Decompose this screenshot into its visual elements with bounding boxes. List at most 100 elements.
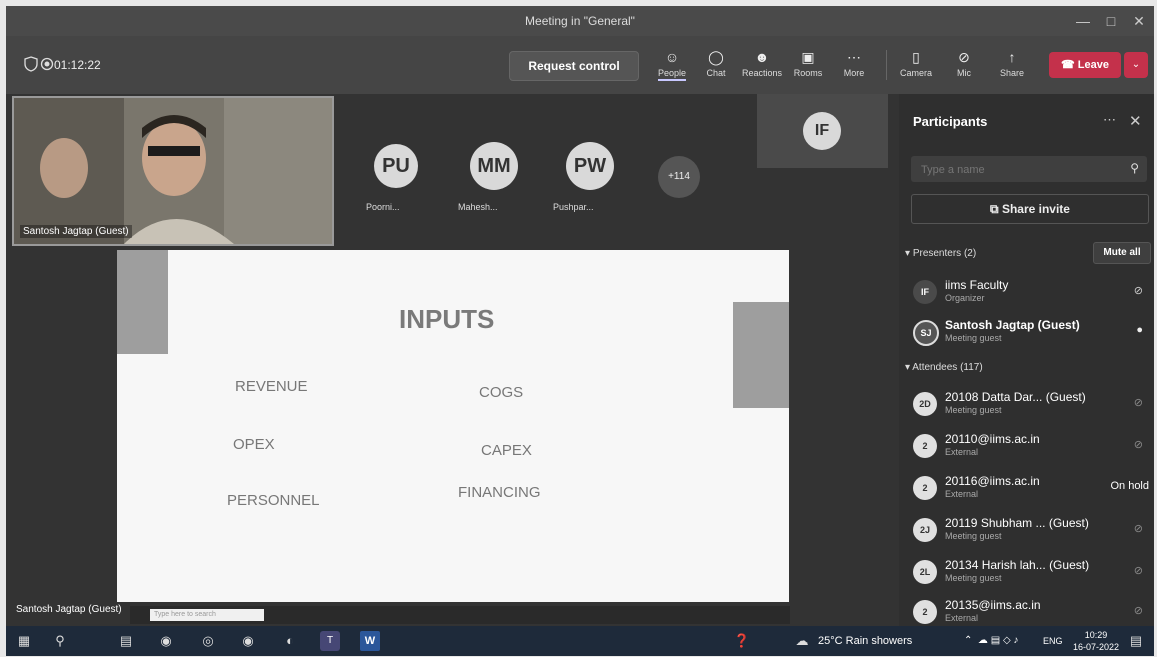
notification-icon[interactable]: ▤ [1126,631,1146,651]
shared-slide: INPUTS REVENUE COGS OPEX CAPEX PERSONNEL… [117,250,789,602]
meeting-toolbar: 01:12:22 Request control ☺ People ◯ Chat… [6,36,1154,94]
title-bar: Meeting in "General" — □ ✕ [6,6,1154,36]
slide-decoration [117,250,168,354]
avatar-name: Pushpar... [553,202,594,212]
shield-icon[interactable] [24,56,38,72]
chrome-icon[interactable]: ◎ [198,631,218,651]
participant-role: Organizer [945,293,985,303]
recording-icon [40,57,54,71]
reactions-button[interactable]: ☻ Reactions [740,46,784,86]
participant-name: 20119 Shubham ... (Guest) [945,516,1089,530]
avatar[interactable]: PU [374,144,418,188]
clock-date: 16-07-2022 [1073,642,1120,652]
slide-item: PERSONNEL [227,492,320,509]
language-indicator[interactable]: ENG [1043,636,1063,646]
search-icon[interactable]: ⚲ [50,631,70,651]
participant-name: 20135@iims.ac.in [945,598,1041,612]
participant-role: Meeting guest [945,531,1002,541]
attendees-header[interactable]: ▾ Attendees (117) [905,362,983,373]
windows-start-icon[interactable]: ▦ [14,631,34,651]
close-icon[interactable]: ✕ [1129,112,1142,130]
toolbar-divider [886,50,887,80]
request-control-button[interactable]: Request control [509,51,639,81]
featured-participant-tile[interactable]: IF [757,94,888,168]
weather-text[interactable]: 25°C Rain showers [818,635,912,647]
avatar-name: Mahesh... [458,202,498,212]
phone-icon: ☎ [1061,59,1075,71]
participant-name: 20110@iims.ac.in [945,432,1040,446]
participant-row[interactable]: 2J 20119 Shubham ... (Guest) Meeting gue… [913,512,1149,546]
mic-off-icon: ⊘ [1133,565,1143,577]
clock[interactable]: 10:29 16-07-2022 [1073,629,1119,653]
presenters-header[interactable]: ▾ Presenters (2) [905,248,976,259]
avatar[interactable]: MM [470,142,518,190]
search-box: ⚲ [911,156,1147,184]
participant-row[interactable]: 2L 20134 Harish lah... (Guest) Meeting g… [913,554,1149,588]
share-icon: ⧉ [990,202,999,216]
avatar: IF [913,280,937,304]
weather-icon: ☁ [795,633,809,648]
word-icon[interactable]: W [360,631,380,651]
teams-icon[interactable]: T [320,631,340,651]
reactions-icon: ☻ [754,49,770,65]
attendees-label: Attendees (117) [912,362,983,373]
chat-button[interactable]: ◯ Chat [694,46,738,86]
leave-button[interactable]: ☎ Leave [1049,52,1121,78]
avatar: 2J [913,518,937,542]
maximize-button[interactable]: □ [1096,10,1126,32]
mic-off-icon: ⊘ [1133,605,1143,617]
participant-row[interactable]: IF iims Faculty Organizer ⊘ [913,274,1149,308]
leave-label: Leave [1077,59,1109,71]
avatar: 2 [913,600,937,624]
mic-label: Mic [957,68,971,78]
participant-row[interactable]: SJ Santosh Jagtap (Guest) Meeting guest … [913,314,1149,348]
participant-name: 20116@iims.ac.in [945,474,1040,488]
people-button[interactable]: ☺ People [650,46,694,86]
participant-row[interactable]: 2 20135@iims.ac.in External ⊘ [913,594,1149,626]
mute-all-button[interactable]: Mute all [1093,242,1151,264]
participant-row[interactable]: 2 20116@iims.ac.in External On hold [913,470,1149,504]
slide-decoration [733,302,789,408]
presenters-label: Presenters (2) [912,248,977,259]
avatar-name: Poorni... [366,202,400,212]
participant-role: Meeting guest [945,405,1002,415]
camera-button[interactable]: ▯ Camera [894,46,938,86]
mic-off-icon: ⊘ [1133,285,1143,297]
rooms-button[interactable]: ▣ Rooms [786,46,830,86]
participant-row[interactable]: 2 20110@iims.ac.in External ⊘ [913,428,1149,462]
shared-search-box: Type here to search [150,609,264,621]
leave-dropdown-button[interactable]: ⌄ [1124,52,1148,78]
more-button[interactable]: ⋯ More [832,46,876,86]
on-hold-status: On hold [1110,480,1149,492]
more-participants-badge[interactable]: +114 [658,156,700,198]
share-invite-button[interactable]: ⧉ Share invite [911,194,1149,224]
app-icon[interactable]: ◉ [238,631,258,651]
file-explorer-icon[interactable]: ▤ [116,631,136,651]
mic-button[interactable]: ⊘ Mic [942,46,986,86]
window-title: Meeting in "General" [525,14,635,28]
more-options-icon[interactable]: ⋯ [1103,112,1116,128]
avatar: 2 [913,476,937,500]
share-invite-label: Share invite [1001,202,1070,216]
slide-item: FINANCING [458,484,541,501]
participant-role: Meeting guest [945,333,1002,343]
share-label: Share [999,68,1025,78]
participant-video [14,98,332,244]
minimize-button[interactable]: — [1068,10,1098,32]
participant-search-input[interactable] [911,156,1123,184]
people-label: People [657,68,687,81]
app-icon[interactable]: ◉ [156,631,176,651]
participant-row[interactable]: 2D 20108 Datta Dar... (Guest) Meeting gu… [913,386,1149,420]
mic-off-icon: ⊘ [1133,523,1143,535]
edge-icon[interactable]: ◐ [280,631,300,651]
meeting-stage: Santosh Jagtap (Guest) PU Poorni... MM M… [6,94,899,626]
search-icon[interactable]: ⚲ [1130,161,1139,175]
help-icon[interactable]: ❓ [732,631,752,651]
avatar: 2 [913,434,937,458]
close-window-button[interactable]: ✕ [1124,10,1154,32]
share-button[interactable]: ↑ Share [990,46,1034,86]
tray-icons[interactable]: ⌃ ☁ ▤ ◇ ♪ [964,635,1018,646]
avatar[interactable]: PW [566,142,614,190]
video-tile[interactable]: Santosh Jagtap (Guest) [12,96,334,246]
participant-name: 20108 Datta Dar... (Guest) [945,390,1086,404]
